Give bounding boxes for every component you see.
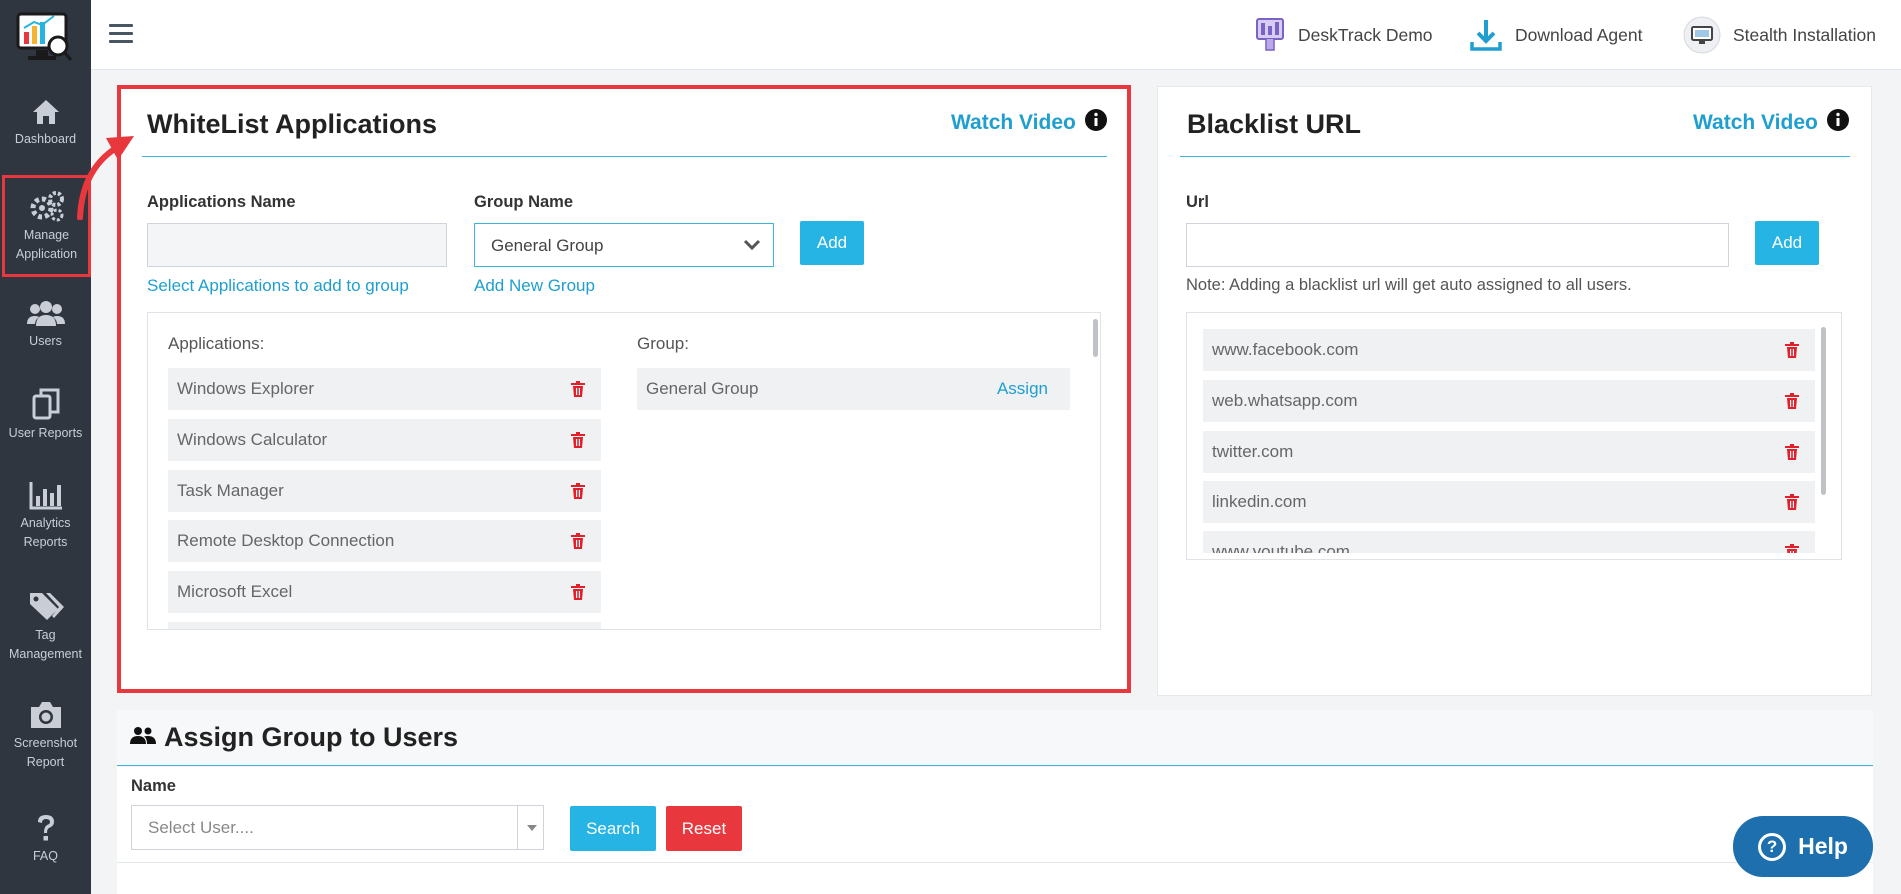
desktrack-demo-link[interactable]: DeskTrack Demo — [1254, 16, 1433, 54]
help-label: Help — [1798, 833, 1848, 859]
whitelist-highlight-frame — [117, 85, 1131, 693]
url-row: web.whatsapp.com — [1203, 380, 1815, 422]
blacklist-info-icon[interactable] — [1826, 108, 1850, 132]
assign-group-header: Assign Group to Users — [117, 710, 1873, 766]
sidebar-item-label: Analytics Reports — [20, 516, 71, 549]
user-select-placeholder: Select User.... — [148, 818, 254, 837]
sidebar-item-label: Users — [29, 334, 62, 348]
sidebar-item-users[interactable]: Users — [0, 298, 91, 351]
caret-down-icon — [527, 825, 537, 831]
sidebar-item-user-reports[interactable]: User Reports — [0, 388, 91, 443]
menu-toggle-icon[interactable] — [109, 24, 133, 44]
user-select[interactable]: Select User.... — [131, 805, 544, 850]
download-icon — [1470, 20, 1502, 51]
url-text: web.whatsapp.com — [1212, 391, 1358, 410]
sidebar-item-label: Tag Management — [9, 628, 82, 661]
sidebar-item-label: Manage Application — [15, 228, 78, 261]
download-agent-link[interactable]: Download Agent — [1469, 16, 1642, 54]
blacklist-list-box[interactable]: www.facebook.com web.whatsapp.com twitte… — [1186, 312, 1842, 560]
sidebar-item-screenshot-report[interactable]: Screenshot Report — [0, 700, 91, 772]
blacklist-add-button[interactable]: Add — [1755, 221, 1819, 265]
blacklist-watch-video-link[interactable]: Watch Video — [1693, 111, 1818, 135]
home-icon — [32, 100, 59, 124]
sidebar-item-analytics-reports[interactable]: Analytics Reports — [0, 480, 91, 552]
arrow-annotation-icon — [77, 136, 134, 220]
url-input[interactable] — [1186, 223, 1729, 267]
blacklist-scrollbar[interactable] — [1821, 327, 1826, 495]
app-logo[interactable] — [14, 10, 74, 65]
gears-icon — [30, 191, 64, 222]
reset-button[interactable]: Reset — [666, 806, 742, 851]
sidebar-item-faq[interactable]: FAQ — [0, 813, 91, 866]
sidebar-item-tag-management[interactable]: Tag Management — [0, 590, 91, 664]
assign-divider — [117, 862, 1873, 863]
trash-icon[interactable] — [1785, 444, 1799, 460]
blacklist-title: Blacklist URL — [1187, 109, 1362, 139]
user-name-label: Name — [131, 777, 176, 795]
trash-icon[interactable] — [1785, 544, 1799, 553]
copy-icon — [32, 388, 59, 420]
blacklist-note: Note: Adding a blacklist url will get au… — [1186, 276, 1632, 294]
trash-icon[interactable] — [1785, 393, 1799, 409]
assign-group-title: Assign Group to Users — [164, 722, 459, 752]
url-row: linkedin.com — [1203, 481, 1815, 523]
url-row: twitter.com — [1203, 431, 1815, 473]
trash-icon[interactable] — [1785, 342, 1799, 358]
demo-icon — [1256, 18, 1284, 51]
url-row: www.facebook.com — [1203, 329, 1815, 371]
url-label: Url — [1186, 193, 1209, 211]
stealth-installation-link[interactable]: Stealth Installation — [1683, 16, 1876, 54]
sidebar-item-label: Screenshot Report — [13, 736, 78, 769]
url-text: www.facebook.com — [1212, 340, 1359, 359]
sidebar-item-label: FAQ — [32, 849, 58, 863]
group-users-icon — [130, 727, 156, 744]
url-text: linkedin.com — [1212, 492, 1307, 511]
sidebar-item-label: User Reports — [8, 426, 83, 440]
bar-chart-icon — [29, 482, 62, 510]
stealth-installation-label: Stealth Installation — [1733, 24, 1877, 45]
url-text: twitter.com — [1212, 442, 1294, 461]
camera-icon — [30, 702, 61, 728]
url-row: www.youtube.com — [1203, 531, 1815, 553]
question-icon — [37, 815, 54, 841]
monitor-icon — [1683, 16, 1721, 54]
help-question-icon: ? — [1758, 832, 1787, 861]
blacklist-title-divider — [1180, 156, 1850, 157]
search-button[interactable]: Search — [570, 806, 656, 851]
trash-icon[interactable] — [1785, 494, 1799, 510]
help-button[interactable]: ? Help — [1733, 816, 1873, 877]
desktrack-demo-label: DeskTrack Demo — [1298, 24, 1433, 45]
url-text: www.youtube.com — [1212, 542, 1350, 553]
users-icon — [26, 301, 65, 326]
sidebar-item-label: Dashboard — [14, 132, 77, 146]
top-bar: DeskTrack Demo Download Agent Stealth In… — [91, 0, 1901, 70]
download-agent-label: Download Agent — [1515, 24, 1643, 45]
tags-icon — [29, 593, 64, 620]
